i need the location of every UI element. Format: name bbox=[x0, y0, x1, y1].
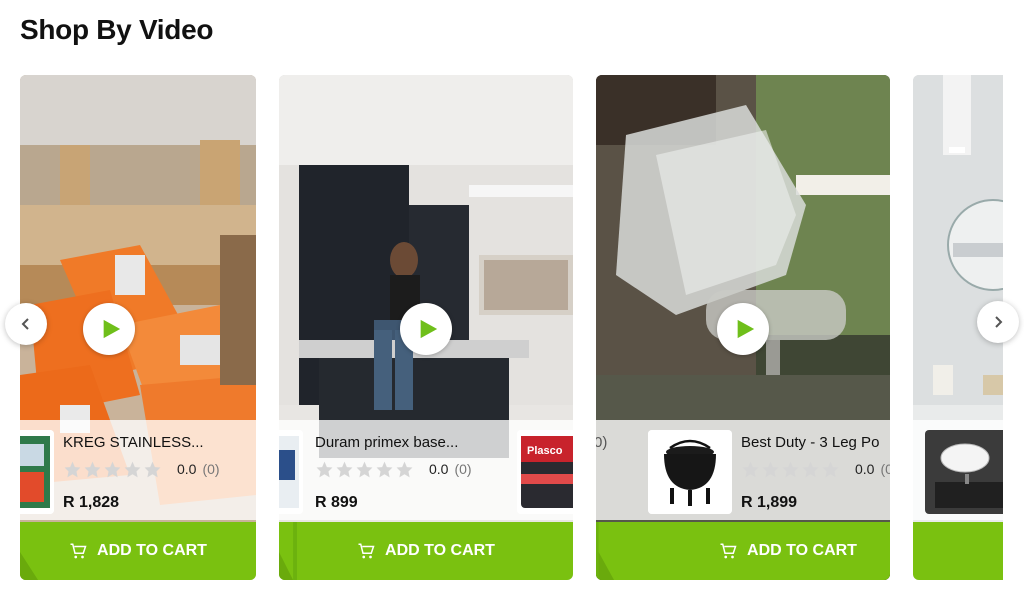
rating-value: 0.0 (0 bbox=[855, 461, 890, 477]
video-card-3[interactable]: 0) Best Duty - 3 Leg Po 0.0 (0 R 1,899 A… bbox=[596, 75, 890, 580]
play-icon bbox=[420, 319, 437, 339]
brand-text: Plasco bbox=[527, 445, 563, 457]
cart-icon bbox=[358, 543, 375, 559]
add-to-cart-button[interactable]: ADD TO CART bbox=[20, 522, 256, 580]
rating-value: 0.0 (0) bbox=[177, 461, 220, 477]
add-to-cart-label: ADD TO CART bbox=[97, 542, 207, 559]
review-count: (0) bbox=[202, 461, 220, 477]
star-icon bbox=[144, 461, 161, 478]
cart-icon bbox=[70, 543, 87, 559]
play-icon bbox=[737, 319, 754, 339]
review-count: (0) bbox=[454, 461, 472, 477]
add-to-cart-button[interactable]: ADD TO CART bbox=[279, 522, 573, 580]
play-button[interactable] bbox=[400, 303, 452, 355]
carousel-prev-button[interactable] bbox=[5, 303, 47, 345]
star-icon bbox=[782, 461, 799, 478]
next-product-thumbnail[interactable]: Plasco bbox=[517, 430, 573, 514]
carousel-next-button[interactable] bbox=[977, 301, 1019, 343]
star-icon bbox=[336, 461, 353, 478]
product-price: R 1,899 bbox=[741, 494, 798, 511]
star-icon bbox=[104, 461, 121, 478]
star-icon bbox=[124, 461, 141, 478]
product-info: KREG STAINLESS... 0.0 (0) R 1,828 bbox=[20, 420, 256, 520]
video-card-2[interactable]: Duram primex base... 0.0 (0) R 899 Plasco… bbox=[279, 75, 573, 580]
review-count: (0 bbox=[880, 461, 890, 477]
add-to-cart-button[interactable]: ADD TO CART bbox=[596, 522, 890, 580]
star-icon bbox=[396, 461, 413, 478]
star-icon bbox=[316, 461, 333, 478]
star-icon bbox=[802, 461, 819, 478]
button-shade bbox=[20, 552, 38, 580]
star-icon bbox=[822, 461, 839, 478]
add-to-cart-label: ADD TO CART bbox=[747, 542, 857, 559]
product-price: R 1,828 bbox=[63, 494, 120, 511]
rating-stars bbox=[63, 460, 162, 479]
add-to-cart-button[interactable] bbox=[913, 522, 1003, 580]
star-icon bbox=[64, 461, 81, 478]
chevron-left-icon bbox=[21, 318, 29, 330]
star-icon bbox=[84, 461, 101, 478]
product-thumbnail[interactable] bbox=[20, 430, 54, 514]
product-image: Plasco bbox=[517, 430, 573, 514]
rating-value: 0.0 (0) bbox=[429, 461, 472, 477]
rating-stars bbox=[315, 460, 414, 479]
product-name[interactable]: Best Duty - 3 Leg Po bbox=[741, 434, 879, 451]
product-name[interactable]: Duram primex base... bbox=[315, 434, 458, 451]
product-info: Duram primex base... 0.0 (0) R 899 Plasco bbox=[279, 420, 573, 520]
play-button[interactable] bbox=[83, 303, 135, 355]
star-icon bbox=[356, 461, 373, 478]
prev-review-count: 0) bbox=[596, 434, 608, 451]
star-icon bbox=[742, 461, 759, 478]
cart-icon bbox=[720, 543, 737, 559]
product-image bbox=[20, 430, 54, 514]
product-image bbox=[925, 430, 1003, 514]
add-to-cart-label: ADD TO CART bbox=[385, 542, 495, 559]
play-button[interactable] bbox=[717, 303, 769, 355]
star-icon bbox=[762, 461, 779, 478]
button-shade bbox=[279, 522, 297, 580]
product-name[interactable]: KREG STAINLESS... bbox=[63, 434, 204, 451]
product-info bbox=[913, 420, 1003, 520]
video-card-1[interactable]: KREG STAINLESS... 0.0 (0) R 1,828 ADD TO … bbox=[20, 75, 256, 580]
section-title: Shop By Video bbox=[20, 14, 214, 45]
product-info: 0) Best Duty - 3 Leg Po 0.0 (0 R 1,899 bbox=[596, 420, 890, 520]
chevron-right-icon bbox=[995, 316, 1003, 328]
rating-stars bbox=[741, 460, 840, 479]
star-icon bbox=[376, 461, 393, 478]
product-thumbnail[interactable] bbox=[925, 430, 1003, 514]
button-shade bbox=[596, 522, 614, 580]
product-price: R 899 bbox=[315, 494, 358, 511]
product-image bbox=[648, 430, 732, 514]
product-thumbnail[interactable] bbox=[279, 430, 303, 514]
product-image bbox=[279, 430, 303, 514]
product-thumbnail[interactable] bbox=[648, 430, 732, 514]
play-icon bbox=[103, 319, 120, 339]
